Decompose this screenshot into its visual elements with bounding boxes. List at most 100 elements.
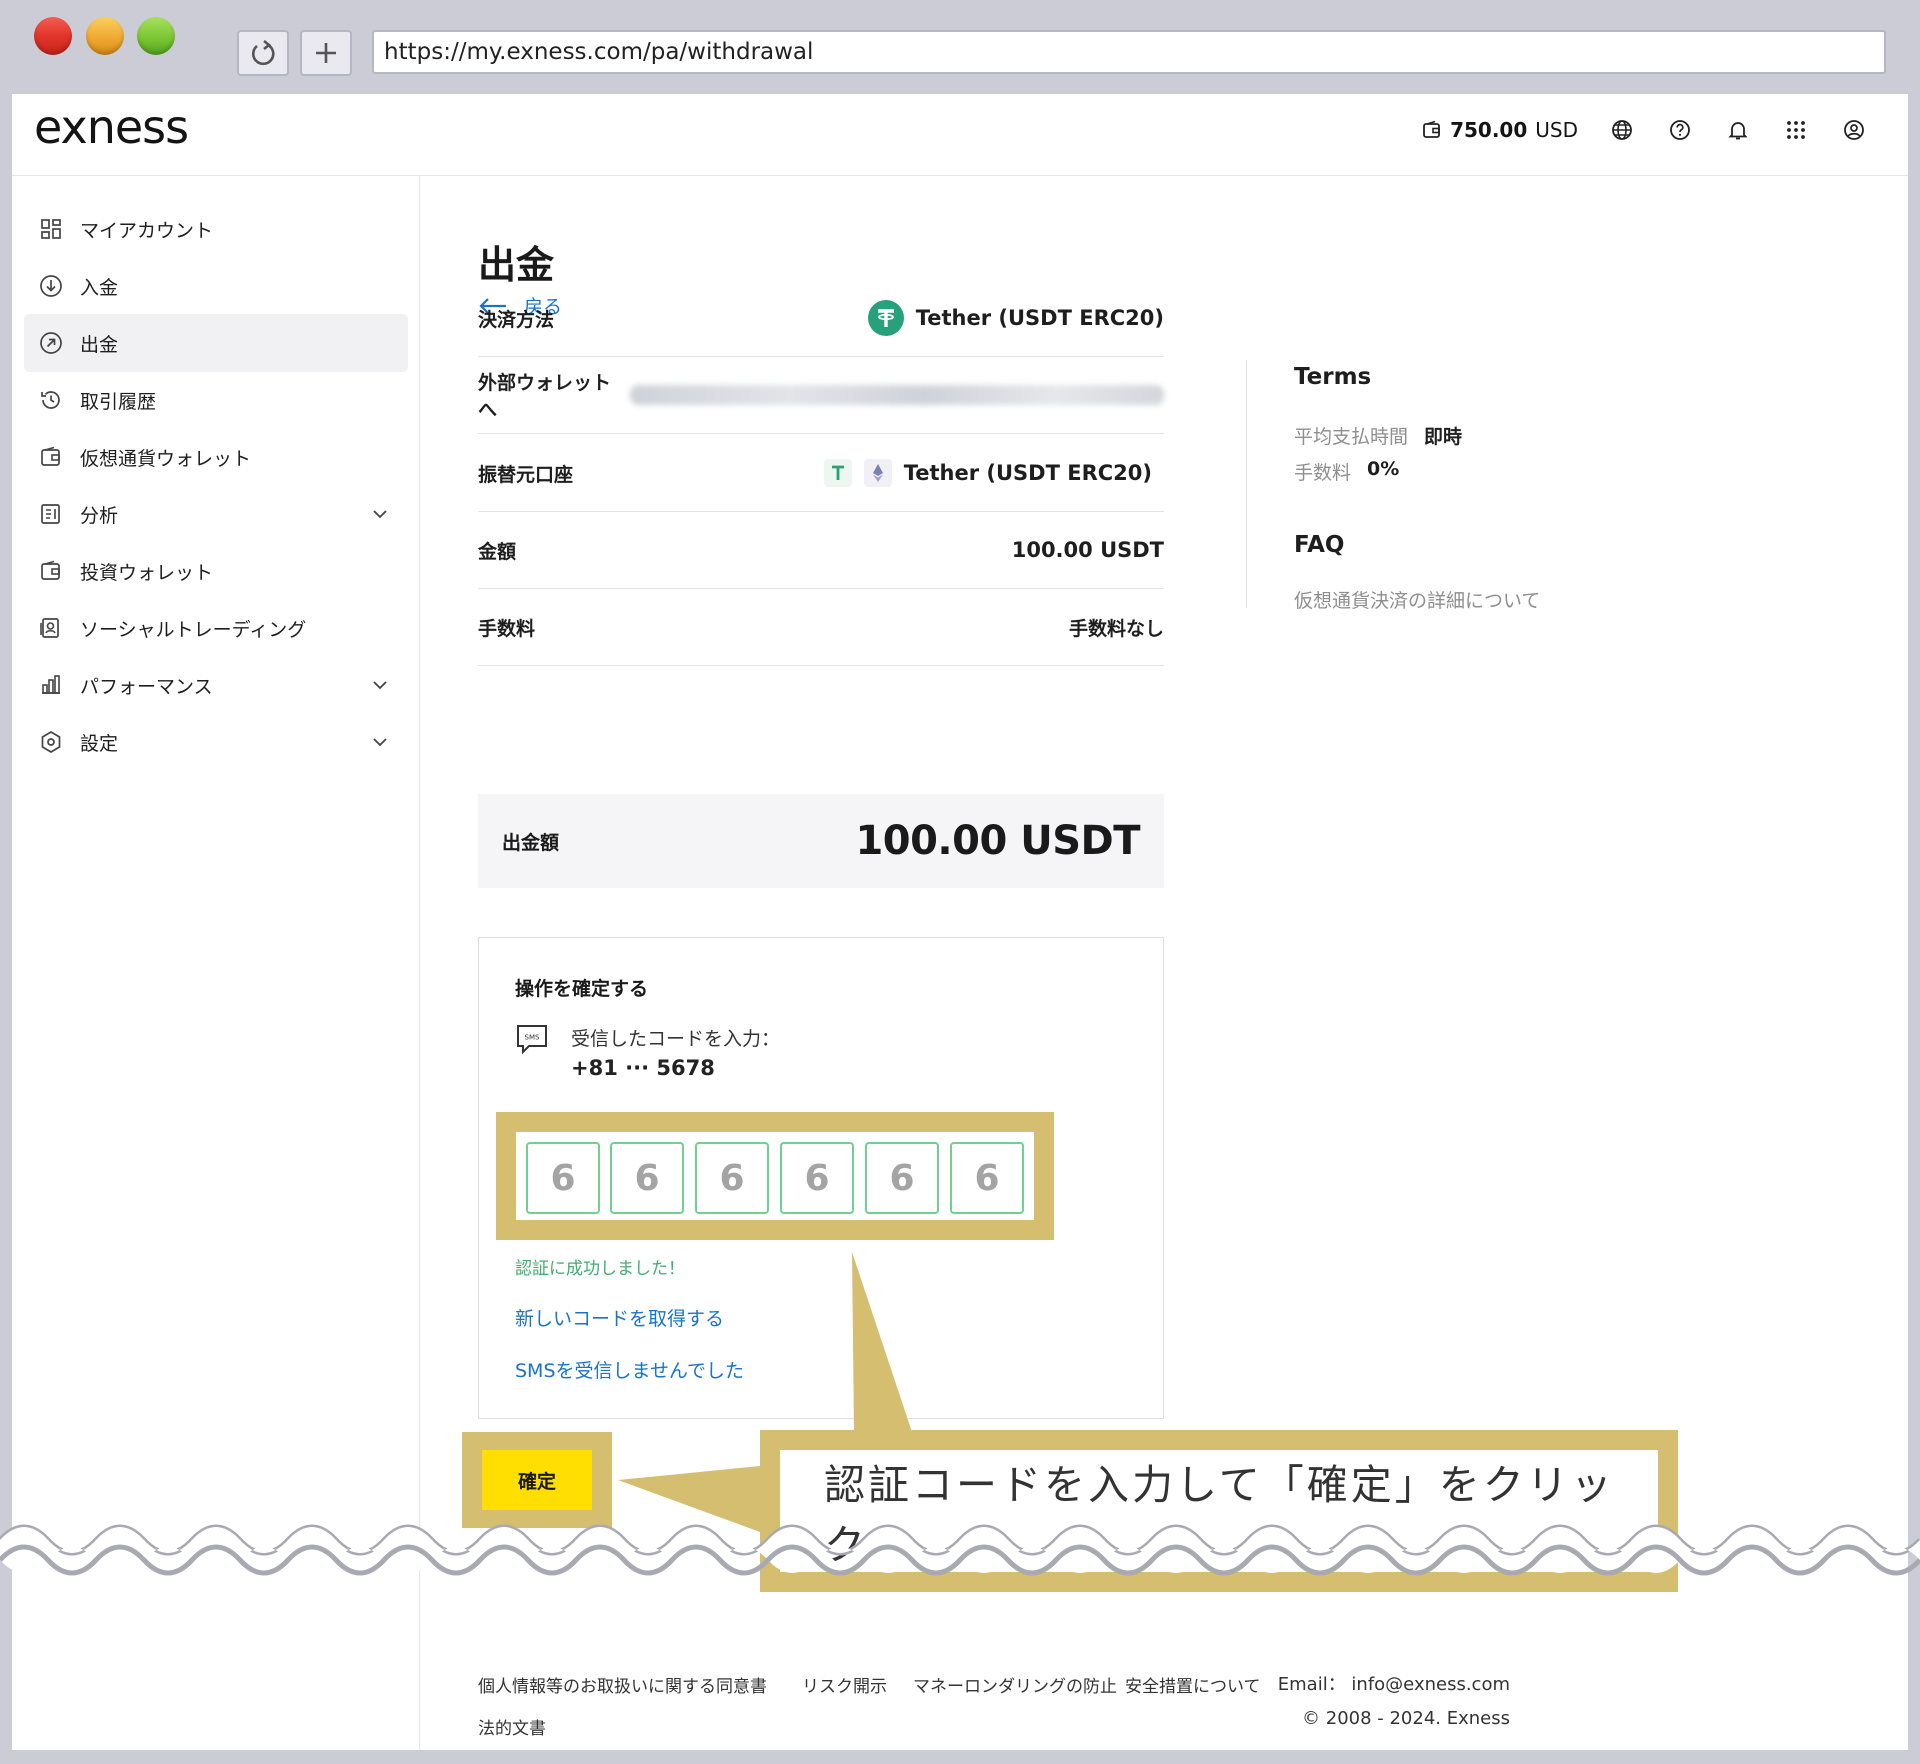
code-prompt: 受信したコードを入力： <box>571 1028 781 1050</box>
sidebar-item-history[interactable]: 取引履歴 <box>24 371 408 429</box>
sidebar-item-performance[interactable]: パフォーマンス <box>24 656 408 714</box>
code-digit-input[interactable]: 6 <box>695 1142 769 1214</box>
total-amount: 100.00 USDT <box>855 818 1140 864</box>
fee-row: 手数料 手数料なし <box>478 589 1164 666</box>
code-digit-input[interactable]: 6 <box>526 1142 600 1214</box>
sidebar-item-label: マイアカウント <box>80 219 214 242</box>
row-label: 金額 <box>478 540 517 563</box>
minimize-window-button[interactable] <box>86 17 124 55</box>
balance-currency: USD <box>1535 118 1578 142</box>
code-digit-input[interactable]: 6 <box>610 1142 684 1214</box>
sidebar-item-analytics[interactable]: 分析 <box>24 485 408 543</box>
sidebar-item-my-account[interactable]: マイアカウント <box>24 200 408 258</box>
masked-phone: +81 ··· 5678 <box>571 1056 715 1080</box>
sms-icon: SMS <box>517 1025 547 1055</box>
withdrawal-total: 出金額 100.00 USDT <box>478 794 1164 888</box>
analytics-icon <box>38 501 64 527</box>
amount-row: 金額 100.00 USDT <box>478 512 1164 589</box>
avg-payout-time: 平均支払時間 即時 <box>1294 422 1462 449</box>
footer-link-aml[interactable]: マネーロンダリングの防止 <box>913 1672 1117 1697</box>
chevron-down-icon <box>373 738 387 747</box>
wallet-icon <box>38 444 64 470</box>
footer-email: Email： info@exness.com <box>1277 1674 1510 1695</box>
row-value: 100.00 USDT <box>1011 538 1164 562</box>
sidebar-item-label: 仮想通貨ウォレット <box>80 447 252 470</box>
sidebar-item-deposit[interactable]: 入金 <box>24 257 408 315</box>
terms-label: 平均支払時間 <box>1294 426 1409 448</box>
footer-link-risk[interactable]: リスク開示 <box>802 1672 887 1697</box>
wallet-icon <box>1423 120 1440 138</box>
bar-chart-icon <box>38 672 64 698</box>
wallet-icon <box>38 558 64 584</box>
sidebar-item-label: 分析 <box>80 504 119 527</box>
chevron-down-icon <box>373 681 387 690</box>
help-button[interactable] <box>1666 116 1694 144</box>
footer-link-legal[interactable]: 法的文書 <box>478 1714 546 1739</box>
profile-button[interactable] <box>1840 116 1868 144</box>
sidebar-item-settings[interactable]: 設定 <box>24 713 408 771</box>
terms-label: 手数料 <box>1294 462 1352 484</box>
close-window-button[interactable] <box>34 17 72 55</box>
new-tab-button[interactable] <box>300 30 352 76</box>
reload-icon <box>252 39 275 66</box>
sidebar-item-label: 出金 <box>80 333 119 356</box>
code-input-highlight: 6 6 6 6 6 6 <box>496 1112 1054 1240</box>
sidebar-item-label: パフォーマンス <box>80 675 213 698</box>
row-label: 決済方法 <box>478 308 555 331</box>
bell-icon <box>1728 122 1748 140</box>
apps-button[interactable] <box>1782 116 1810 144</box>
sidebar-item-label: 投資ウォレット <box>80 561 214 584</box>
confirm-title: 操作を確定する <box>515 978 649 1000</box>
footer-copyright: © 2008 - 2024. Exness <box>1302 1708 1510 1729</box>
ethereum-icon <box>863 459 892 487</box>
sidebar-item-invest-wallet[interactable]: 投資ウォレット <box>24 542 408 600</box>
payment-method-row: 決済方法 Tether (USDT ERC20) <box>478 280 1164 357</box>
dashboard-icon <box>38 216 64 242</box>
verify-success-message: 認証に成功しました！ <box>515 1259 685 1279</box>
deposit-icon <box>38 273 64 299</box>
code-digit-input[interactable]: 6 <box>780 1142 854 1214</box>
terms-title: Terms <box>1294 364 1372 390</box>
get-new-code-link[interactable]: 新しいコードを取得する <box>515 1304 724 1331</box>
exness-logo[interactable]: exness <box>34 100 189 154</box>
external-wallet-row: 外部ウォレットへ <box>478 357 1164 434</box>
row-label: 外部ウォレットへ <box>478 372 612 421</box>
footer-link-security[interactable]: 安全措置について <box>1125 1672 1261 1697</box>
wallet-address-blurred <box>629 385 1164 405</box>
footer-link-privacy[interactable]: 個人情報等のお取扱いに関する同意書 <box>478 1672 767 1697</box>
row-value: Tether (USDT ERC20) <box>903 461 1152 485</box>
row-label: 振替元口座 <box>478 463 574 486</box>
row-value: 手数料なし <box>1068 617 1164 640</box>
top-header: exness 750.00 USD <box>12 94 1908 176</box>
sidebar-item-label: ソーシャルトレーディング <box>80 618 307 641</box>
balance-display[interactable]: 750.00 USD <box>1422 118 1578 142</box>
source-account-row: 振替元口座 Tether (USDT ERC20) <box>478 435 1164 512</box>
tether-icon <box>823 459 852 487</box>
balance-amount: 750.00 <box>1450 118 1528 142</box>
faq-crypto-link[interactable]: 仮想通貨決済の詳細について <box>1294 586 1540 613</box>
withdraw-icon <box>38 330 64 356</box>
sidebar-item-social-trading[interactable]: ソーシャルトレーディング <box>24 599 408 657</box>
browser-chrome: https://my.exness.com/pa/withdrawal <box>0 0 1920 94</box>
page-break-wave <box>0 1524 1920 1576</box>
sidebar-item-crypto-wallet[interactable]: 仮想通貨ウォレット <box>24 428 408 486</box>
maximize-window-button[interactable] <box>137 17 175 55</box>
history-icon <box>38 387 64 413</box>
code-digit-input[interactable]: 6 <box>950 1142 1024 1214</box>
no-sms-link[interactable]: SMSを受信しませんでした <box>515 1356 744 1383</box>
code-digit-input[interactable]: 6 <box>865 1142 939 1214</box>
total-label: 出金額 <box>502 831 560 854</box>
sidebar-item-withdrawal[interactable]: 出金 <box>24 314 408 372</box>
social-icon <box>38 615 64 641</box>
terms-value: 0% <box>1367 458 1400 480</box>
plus-icon <box>316 43 336 63</box>
notifications-button[interactable] <box>1724 116 1752 144</box>
sidebar-item-label: 取引履歴 <box>80 390 157 413</box>
globe-icon <box>1612 120 1632 140</box>
address-bar[interactable]: https://my.exness.com/pa/withdrawal <box>372 30 1886 74</box>
terms-value: 即時 <box>1424 426 1463 448</box>
terms-fee: 手数料 0% <box>1294 458 1399 485</box>
reload-button[interactable] <box>237 30 289 76</box>
svg-text:SMS: SMS <box>525 1034 540 1042</box>
language-button[interactable] <box>1608 116 1636 144</box>
